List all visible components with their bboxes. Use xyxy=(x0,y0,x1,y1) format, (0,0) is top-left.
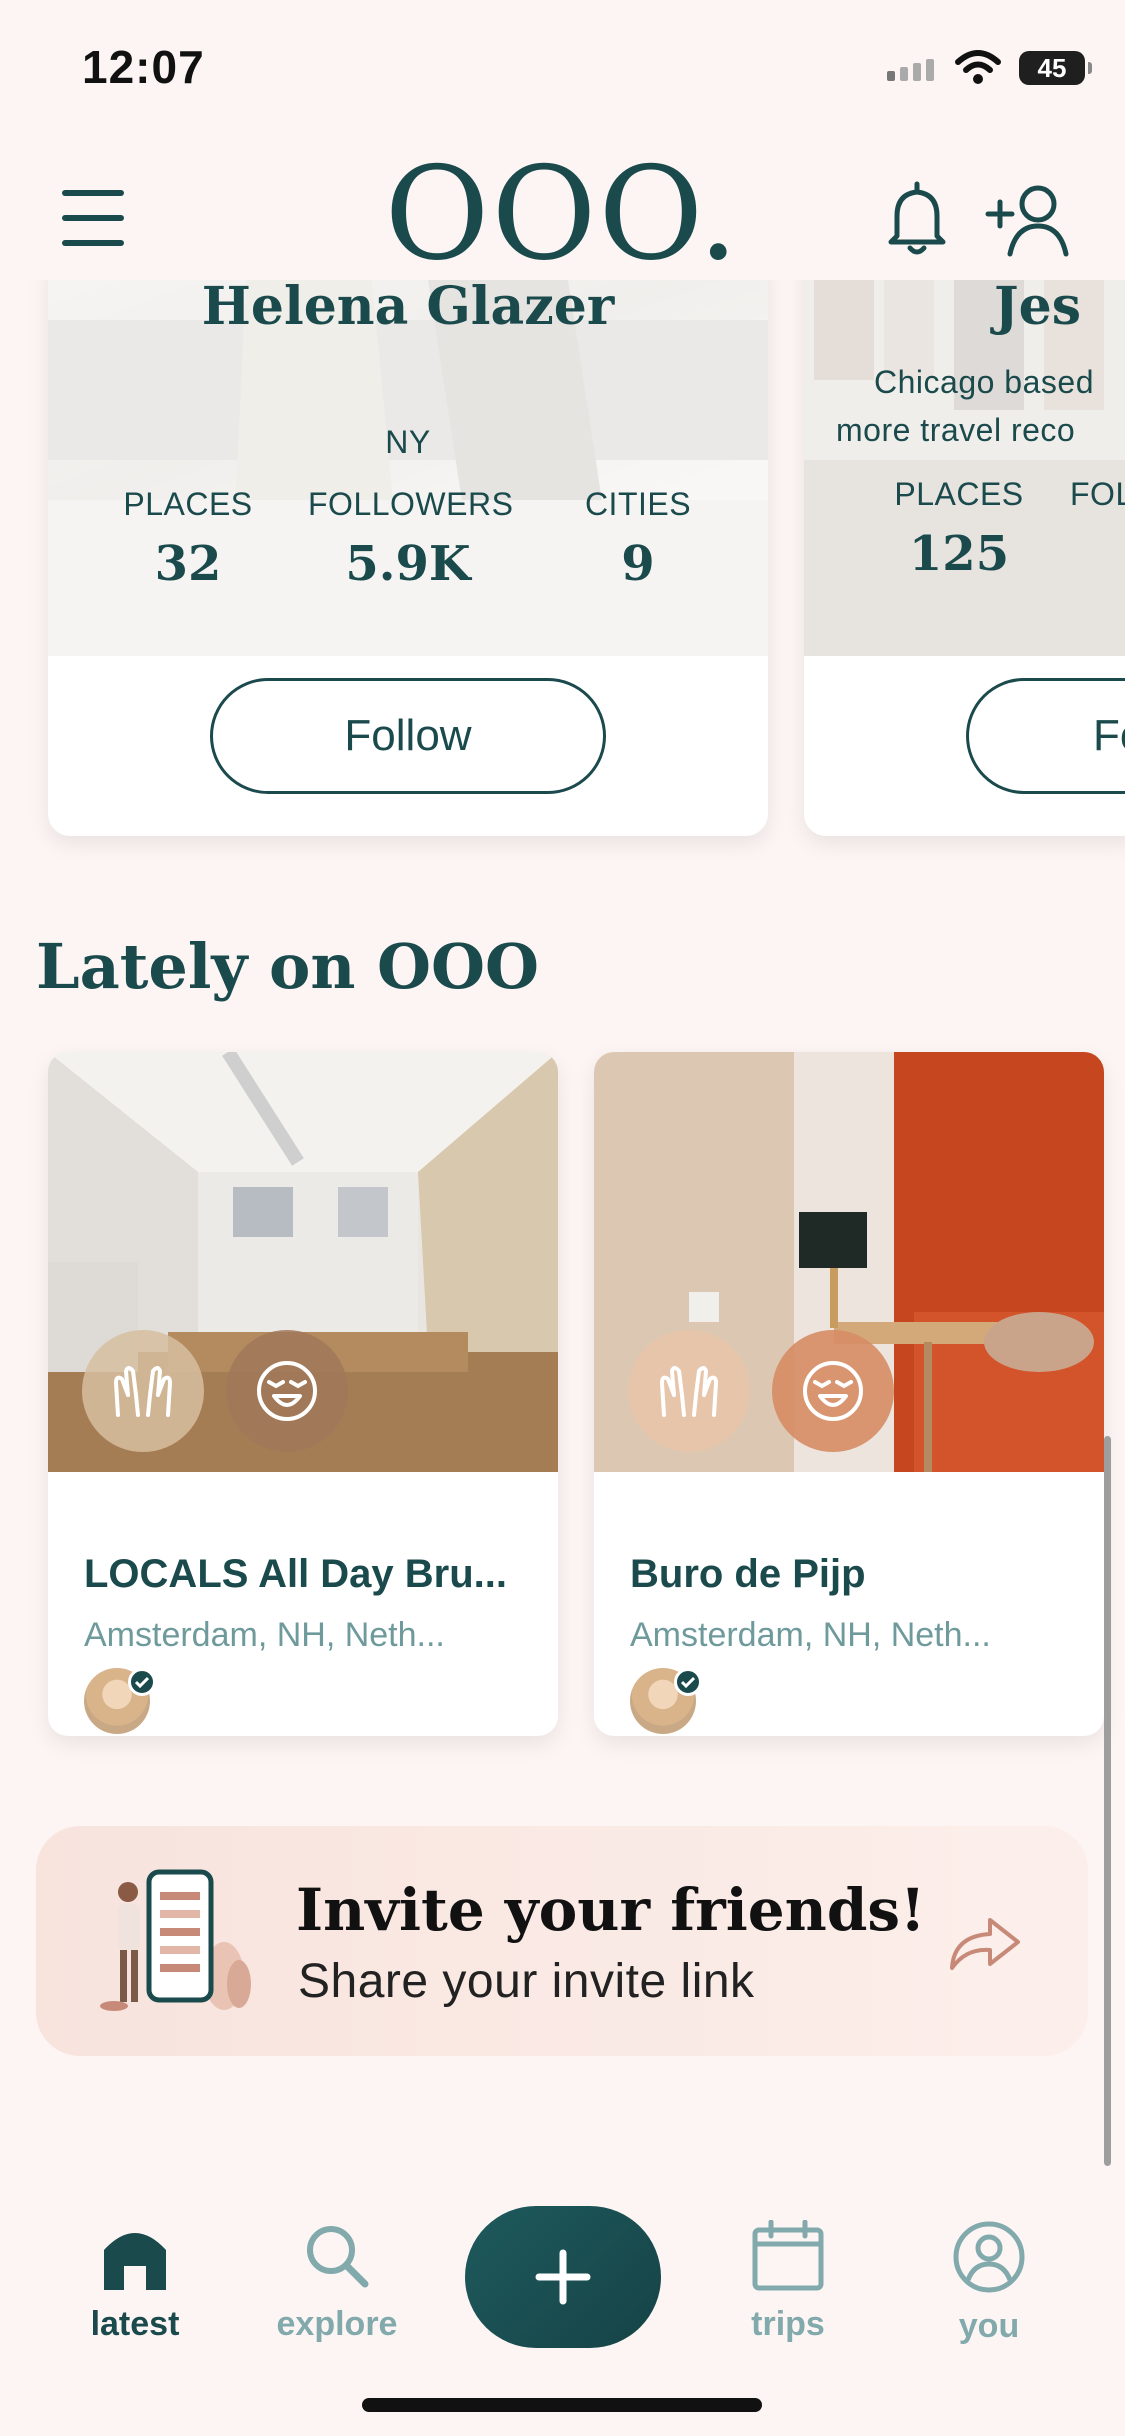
stat-places-value: 32 xyxy=(154,536,222,592)
place-location: Amsterdam, NH, Neth... xyxy=(84,1616,445,1654)
stat-followers-label: FOL xyxy=(1070,476,1125,512)
verified-icon xyxy=(674,1668,702,1696)
stat-places-label: PLACES xyxy=(123,486,253,522)
raised-hands-icon[interactable] xyxy=(628,1330,750,1452)
cellular-signal-icon xyxy=(887,59,934,81)
tab-label: trips xyxy=(751,2305,825,2343)
starstruck-face-icon[interactable] xyxy=(226,1330,348,1452)
raised-hands-icon[interactable] xyxy=(82,1330,204,1452)
status-time: 12:07 xyxy=(82,41,205,93)
starstruck-face-icon[interactable] xyxy=(772,1330,894,1452)
place-card[interactable]: LOCALS All Day Bru... Amsterdam, NH, Net… xyxy=(48,1052,558,1736)
tab-explore[interactable]: explore xyxy=(252,2220,422,2344)
wifi-icon xyxy=(955,50,1001,84)
place-card[interactable]: Buro de Pijp Amsterdam, NH, Neth... xyxy=(594,1052,1104,1736)
profile-card[interactable]: Helena Glazer NY PLACES FOLLOWERS CITIES… xyxy=(48,240,768,836)
tab-label: latest xyxy=(90,2305,180,2343)
verified-icon xyxy=(128,1668,156,1696)
invite-illustration xyxy=(100,1869,251,2011)
section-title: Lately on OOO xyxy=(36,930,540,1003)
profile-bio: NY xyxy=(385,424,431,460)
bell-icon[interactable] xyxy=(882,180,952,260)
tab-trips[interactable]: trips xyxy=(703,2219,873,2344)
place-title[interactable]: Buro de Pijp xyxy=(630,1552,866,1597)
scrollbar[interactable] xyxy=(1104,1436,1111,2166)
stat-followers-label: FOLLOWERS xyxy=(308,486,514,522)
battery-icon: 45 xyxy=(1019,51,1092,85)
follow-button[interactable]: Follow xyxy=(210,678,606,794)
invite-subtitle: Share your invite link xyxy=(298,1955,755,2008)
stat-cities-value: 9 xyxy=(621,536,655,592)
invite-title: Invite your friends! xyxy=(296,1876,926,1944)
calendar-icon xyxy=(752,2219,824,2291)
invite-banner[interactable]: Invite your friends! Share your invite l… xyxy=(36,1826,1088,2056)
share-arrow-icon[interactable] xyxy=(944,1906,1024,1976)
home-icon xyxy=(104,2233,166,2290)
stat-cities-label: CITIES xyxy=(584,486,692,522)
plus-icon xyxy=(535,2249,591,2305)
home-indicator[interactable] xyxy=(362,2398,762,2412)
stat-places-label: PLACES xyxy=(894,476,1024,512)
profile-bio: Chicago based xyxy=(874,364,1094,400)
tab-label: explore xyxy=(276,2305,398,2343)
tab-label: you xyxy=(958,2307,1020,2345)
stat-followers-value: 5.9K xyxy=(345,536,471,592)
place-location: Amsterdam, NH, Neth... xyxy=(630,1616,991,1654)
status-icons: 45 xyxy=(885,46,1092,90)
stat-places-value: 125 xyxy=(908,526,1010,582)
tab-you[interactable]: you xyxy=(904,2220,1074,2346)
add-post-button[interactable] xyxy=(465,2206,661,2348)
user-icon xyxy=(953,2221,1025,2293)
profile-bio: more travel reco xyxy=(836,412,1076,448)
follow-button[interactable]: Fo xyxy=(966,678,1125,794)
add-user-icon[interactable] xyxy=(982,180,1072,260)
profile-card[interactable]: Jes Chicago based more travel reco PLACE… xyxy=(804,240,1125,836)
app-logo: OOO. xyxy=(384,140,741,289)
search-icon xyxy=(307,2226,369,2288)
place-title[interactable]: LOCALS All Day Bru... xyxy=(84,1552,507,1597)
tab-latest[interactable]: latest xyxy=(50,2220,220,2344)
app-header: OOO. xyxy=(0,140,1125,289)
